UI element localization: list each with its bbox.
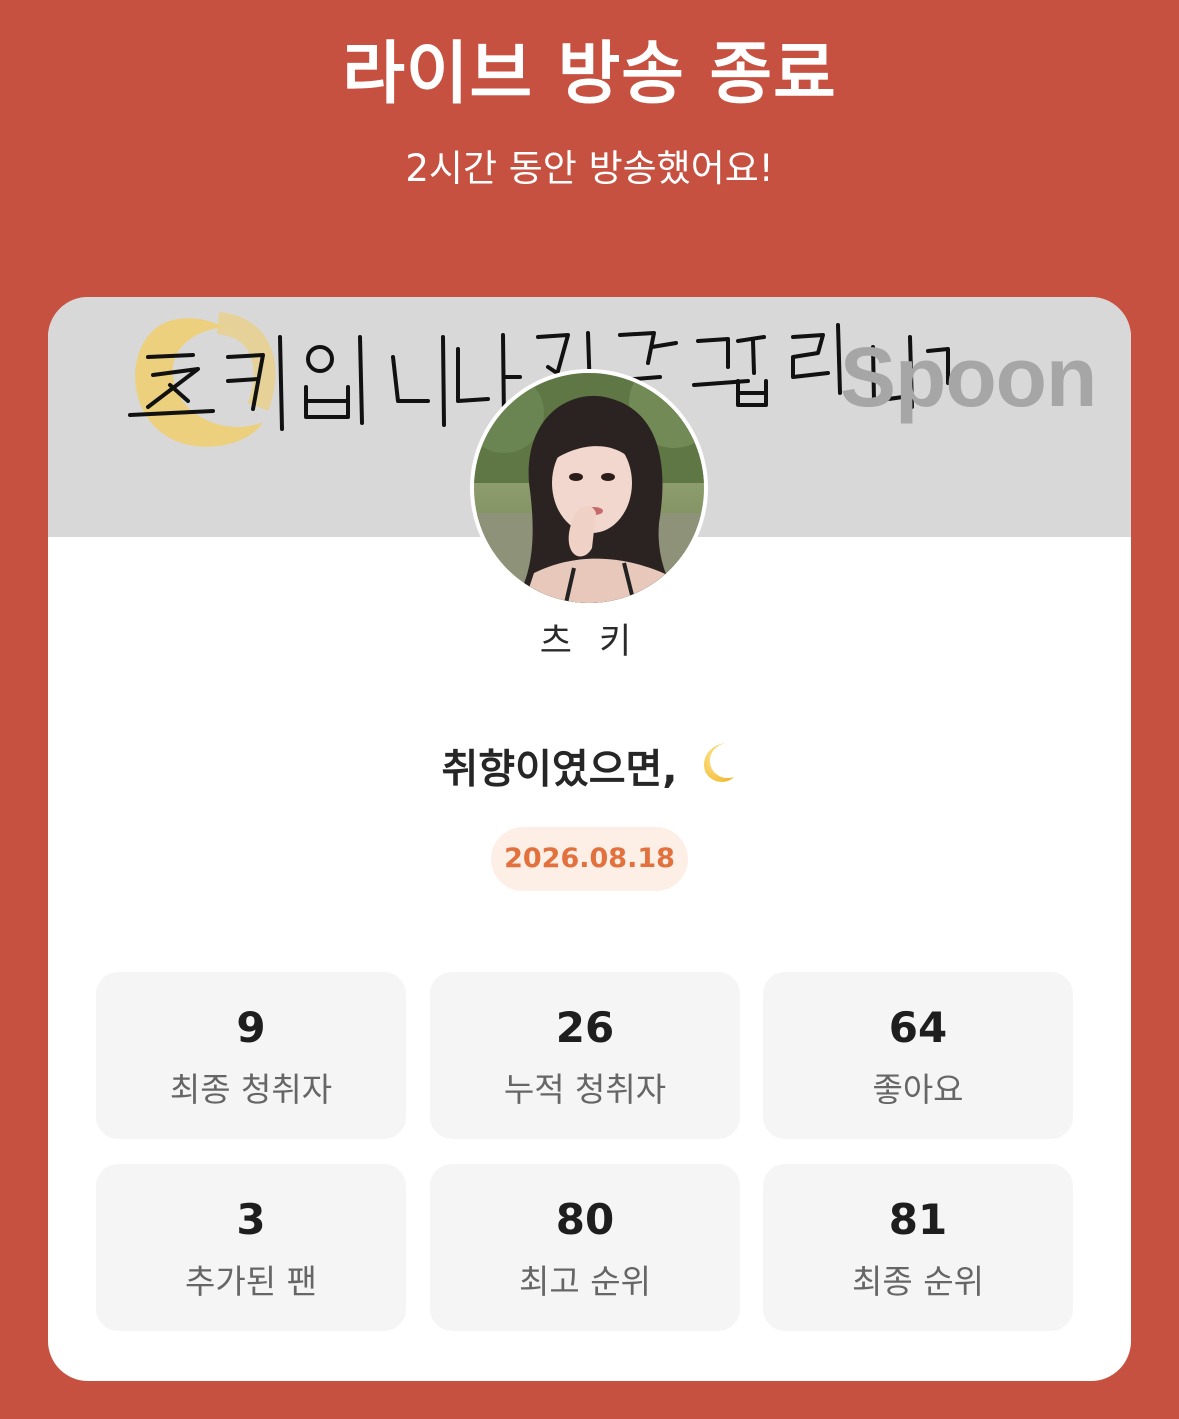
nickname: 츠 키 [539, 622, 640, 662]
stat-final-listeners: 9 최종 청취자 [96, 972, 406, 1139]
stat-new-fans: 3 추가된 팬 [96, 1164, 406, 1331]
page-title: 라이브 방송 종료 [342, 35, 837, 114]
date-badge: 2026.08.18 [491, 827, 688, 891]
spoon-logo: Spoon [840, 330, 1097, 424]
stats-grid: 9 최종 청취자 26 누적 청취자 64 좋아요 3 추가된 팬 80 최고 … [96, 972, 1073, 1332]
stat-value: 9 [236, 1003, 266, 1052]
stat-value: 26 [555, 1003, 615, 1052]
stat-value: 81 [888, 1195, 948, 1244]
page-subtitle: 2시간 동안 방송했어요! [405, 147, 774, 190]
stat-value: 3 [236, 1195, 266, 1244]
stat-label: 좋아요 [872, 1070, 964, 1109]
stat-label: 추가된 팬 [185, 1262, 317, 1301]
stat-label: 최종 순위 [852, 1262, 984, 1301]
stat-likes: 64 좋아요 [763, 972, 1073, 1139]
live-title: 취향이였으면, [441, 746, 678, 793]
avatar[interactable] [470, 369, 708, 607]
live-title-row: 취향이였으면, [48, 743, 1131, 800]
crescent-moon-icon [686, 735, 738, 800]
live-summary-card: Spoon 츠 키 취향이였으면, 2026.08.18 9 최종 청취자 26… [48, 297, 1131, 1381]
stat-label: 최종 청취자 [169, 1070, 333, 1109]
stat-value: 64 [888, 1003, 948, 1052]
stat-best-rank: 80 최고 순위 [430, 1164, 740, 1331]
stat-final-rank: 81 최종 순위 [763, 1164, 1073, 1331]
stat-value: 80 [555, 1195, 615, 1244]
profile-photo [474, 373, 704, 603]
stat-total-listeners: 26 누적 청취자 [430, 972, 740, 1139]
stat-label: 누적 청취자 [503, 1070, 667, 1109]
stat-label: 최고 순위 [519, 1262, 651, 1301]
